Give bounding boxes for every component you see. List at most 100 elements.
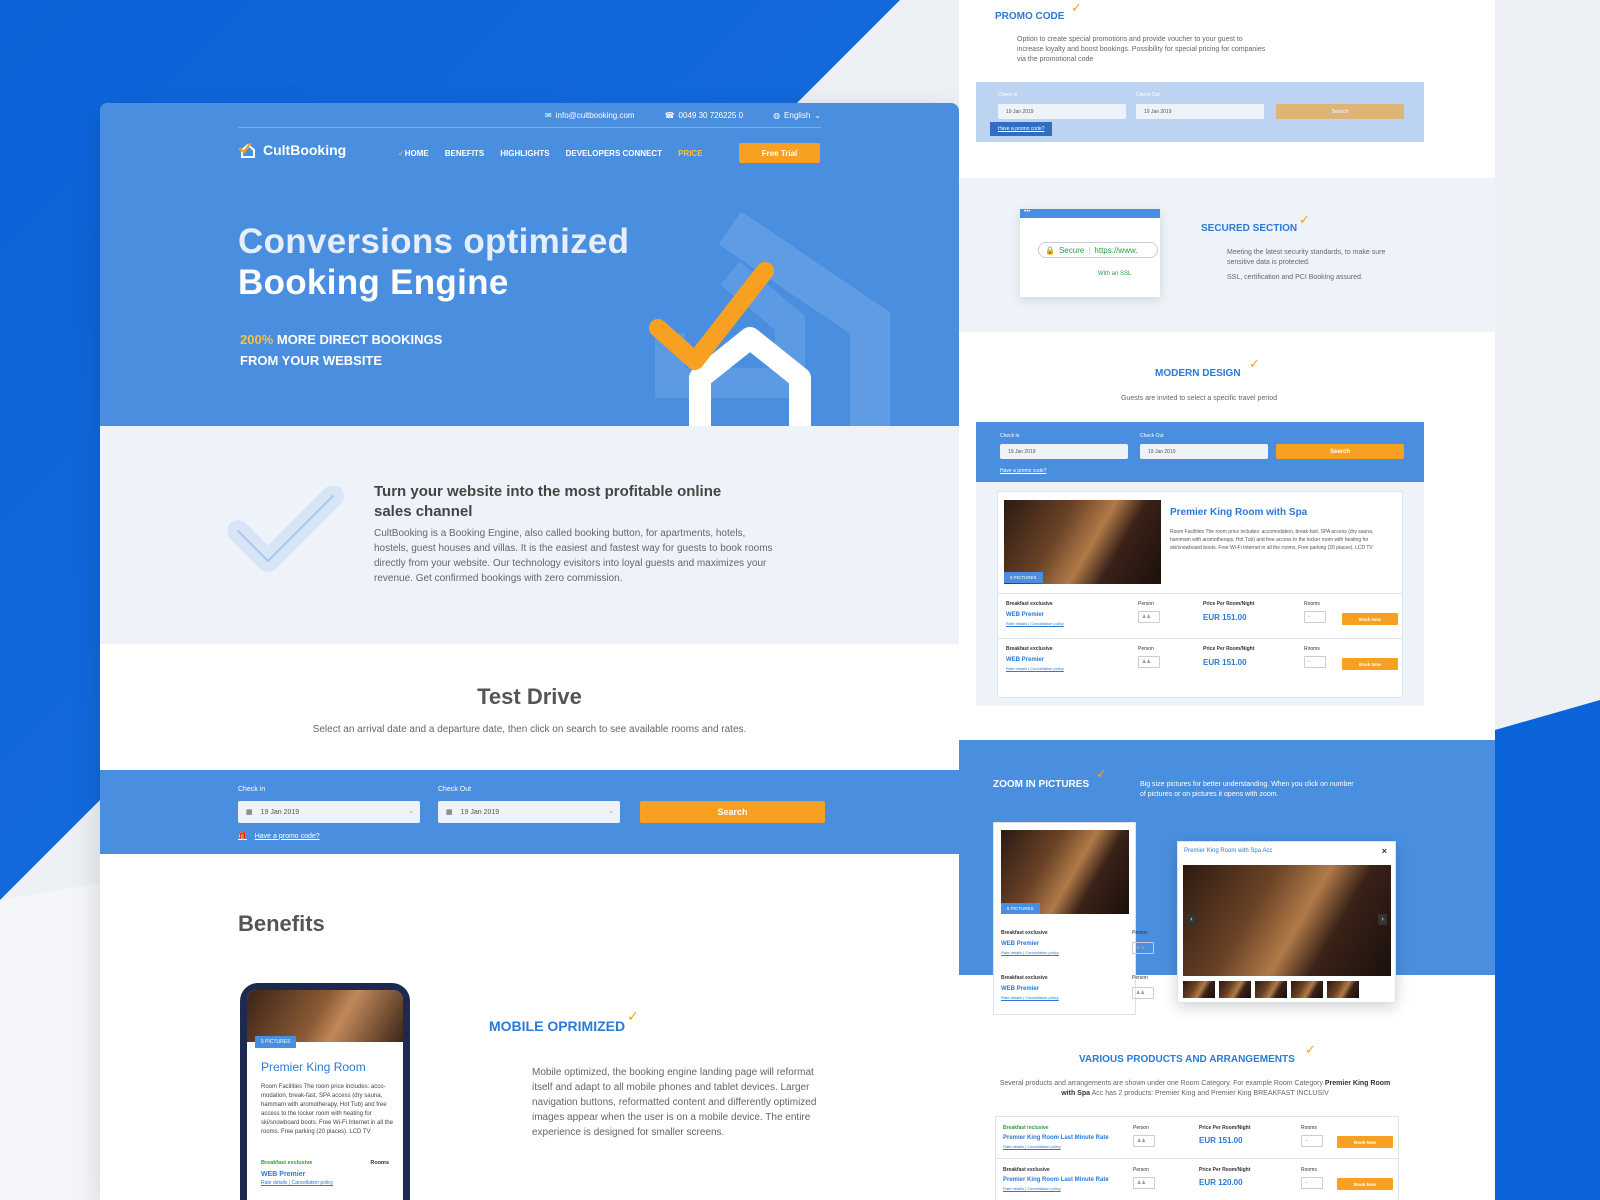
logo-house-icon [238, 142, 255, 158]
checkin-field[interactable]: ▦ 19 Jan 2019 ⌄ [238, 801, 420, 823]
phone-rate-link[interactable]: Rate details | Cancellation policy [261, 1180, 333, 1186]
person-select[interactable]: ♟♟ [1132, 987, 1154, 999]
checkout-field[interactable]: 19 Jan 2019 [1136, 104, 1264, 119]
secured-desc-2: SSL, certification and PCI Booking assur… [1227, 274, 1363, 281]
close-icon[interactable]: × [1382, 846, 1387, 856]
phone-room-title[interactable]: Premier King Room [261, 1060, 366, 1074]
person-select[interactable]: ♟♟ [1138, 611, 1160, 623]
pictures-badge[interactable]: 5 PICTURES [255, 1036, 297, 1048]
benefits-title: Benefits [238, 911, 325, 936]
rooms-select[interactable]: – [1301, 1135, 1323, 1147]
checkin-field[interactable]: 19 Jan 2019 [998, 104, 1126, 119]
promo-code-text: Have a promo code? [254, 832, 320, 840]
phone-mockup: 5 PICTURES Premier King Room Room Facili… [240, 983, 410, 1200]
rooms-select[interactable]: – [1304, 611, 1326, 623]
checkin-value: 19 Jan 2019 [260, 808, 300, 816]
person-select[interactable]: ♟♟ [1133, 1177, 1155, 1189]
promo-code-link[interactable]: Have a promo code? [990, 122, 1053, 136]
hero-percentage: 200% [240, 332, 274, 347]
person-label: Person [1132, 930, 1148, 936]
nav-highlights[interactable]: HIGHLIGHTS [500, 149, 549, 158]
book-now-button[interactable]: Book Now [1337, 1136, 1393, 1148]
rate-details-link[interactable]: Rate details | Cancellation policy [1003, 1186, 1061, 1191]
phone-link[interactable]: ☎ 0049 30 726225 0 [665, 111, 743, 120]
nav-price[interactable]: PRICE [678, 149, 702, 158]
secure-url: https://www. [1094, 245, 1138, 255]
search-button[interactable]: Search [640, 801, 825, 823]
phone-text: 0049 30 726225 0 [678, 110, 744, 120]
rooms-label: Rooms [1304, 646, 1320, 652]
rate-details-link[interactable]: Rate details | Cancellation policy [1001, 995, 1059, 1000]
chevron-left-icon[interactable]: ‹ [1187, 914, 1196, 925]
main-nav: ✓HOME BENEFITS HIGHLIGHTS DEVELOPERS CON… [398, 149, 703, 158]
zoom-large-image[interactable] [1183, 865, 1391, 976]
promo-code-link[interactable]: Have a promo code? [1000, 468, 1046, 474]
phone-web-premier: WEB Premier [261, 1171, 306, 1178]
price-value: EUR 151.00 [1203, 613, 1247, 622]
modern-design-title: MODERN DESIGN [1155, 368, 1241, 379]
rooms-select[interactable]: – [1301, 1177, 1323, 1189]
intro-title: Turn your website into the most profitab… [374, 483, 722, 520]
person-select[interactable]: ♟♟ [1132, 942, 1154, 954]
checkin-field[interactable]: 19 Jan 2019 [1000, 444, 1128, 459]
rate-details-link[interactable]: Rate details | Cancellation policy [1003, 1144, 1061, 1149]
search-button[interactable]: Search [1276, 104, 1404, 119]
thumbnail[interactable] [1327, 981, 1359, 998]
browser-dots: ••• [1020, 209, 1160, 218]
person-select[interactable]: ♟♟ [1133, 1135, 1155, 1147]
thumbnail[interactable] [1255, 981, 1287, 998]
checkout-value: 19 Jan 2019 [1144, 108, 1172, 115]
rate-details-link[interactable]: Rate details | Cancellation policy [1006, 621, 1064, 626]
free-trial-button[interactable]: Free Trial [739, 143, 820, 163]
nav-home[interactable]: ✓HOME [398, 149, 429, 158]
room-facilities: Room Facilities The room price includes:… [1170, 529, 1374, 551]
landing-page-main: ✉ info@cultbooking.com ☎ 0049 30 726225 0 … [100, 103, 959, 1200]
check-icon: ✓ [1096, 766, 1107, 781]
person-select[interactable]: ♟♟ [1138, 656, 1160, 668]
pictures-badge[interactable]: 5 PICTURES [1001, 903, 1040, 914]
nav-benefits[interactable]: BENEFITS [445, 149, 485, 158]
phone-breakfast: Breakfast exclusive [261, 1160, 313, 1166]
mobile-optimized-label: MOBILE OPRIMIZED [489, 1018, 626, 1034]
checkout-field[interactable]: 19 Jan 2019 [1140, 444, 1268, 459]
search-button[interactable]: Search [1276, 444, 1404, 459]
check-icon: ✓ [627, 1008, 639, 1024]
modern-design-desc: Guests are invited to select a specific … [1120, 395, 1278, 402]
email-link[interactable]: ✉ info@cultbooking.com [545, 111, 635, 120]
logo[interactable]: CultBooking [238, 141, 346, 159]
browser-mockup: ••• 🔒 Secure | https://www. With an SSL [1020, 209, 1160, 297]
checkin-label: Check in [998, 92, 1018, 98]
rate-breakfast: Breakfast exclusive [1006, 601, 1053, 607]
thumbnail[interactable] [1291, 981, 1323, 998]
pictures-badge[interactable]: 5 PICTURES [1004, 572, 1043, 583]
chevron-right-icon[interactable]: › [1378, 914, 1387, 925]
person-label: Person [1138, 646, 1154, 652]
rate-details-link[interactable]: Rate details | Cancellation policy [1006, 666, 1064, 671]
checkout-value: 19 Jan 2019 [460, 808, 500, 816]
rooms-label: Rooms [1301, 1125, 1317, 1131]
language-selector[interactable]: ◍ English ⌄ [773, 111, 821, 120]
checkout-field[interactable]: ▦ 19 Jan 2019 ⌄ [438, 801, 620, 823]
price-label: Price Per Room/Night [1199, 1167, 1251, 1173]
secured-title: SECURED SECTION [1201, 223, 1298, 234]
rooms-select[interactable]: – [1304, 656, 1326, 668]
divider [996, 1158, 1398, 1159]
book-now-button[interactable]: Book Now [1337, 1178, 1393, 1190]
rate-name: WEB Premier [1001, 941, 1040, 947]
room-title[interactable]: Premier King Room with Spa [1170, 507, 1307, 518]
checkin-value: 19 Jan 2019 [1008, 448, 1036, 455]
room-image[interactable]: 5 PICTURES [247, 990, 403, 1048]
intro-body: CultBooking is a Booking Engine, also ca… [374, 528, 773, 584]
nav-developers-connect[interactable]: DEVELOPERS CONNECT [566, 149, 662, 158]
rate-breakfast: Breakfast exclusive [1003, 1167, 1050, 1173]
thumbnail[interactable] [1183, 981, 1215, 998]
rate-details-link[interactable]: Rate details | Cancellation policy [1001, 950, 1059, 955]
secure-label: Secure [1058, 245, 1085, 255]
book-now-button[interactable]: Book Now [1342, 613, 1398, 625]
thumbnail[interactable] [1219, 981, 1251, 998]
room-image[interactable] [1001, 830, 1129, 914]
book-now-button[interactable]: Book Now [1342, 658, 1398, 670]
promo-code-link[interactable]: 🎁 Have a promo code? [238, 832, 320, 841]
zoom-popup: Premier King Room with Spa Acc × ‹ › [1177, 841, 1396, 1003]
person-label: Person [1133, 1125, 1149, 1131]
